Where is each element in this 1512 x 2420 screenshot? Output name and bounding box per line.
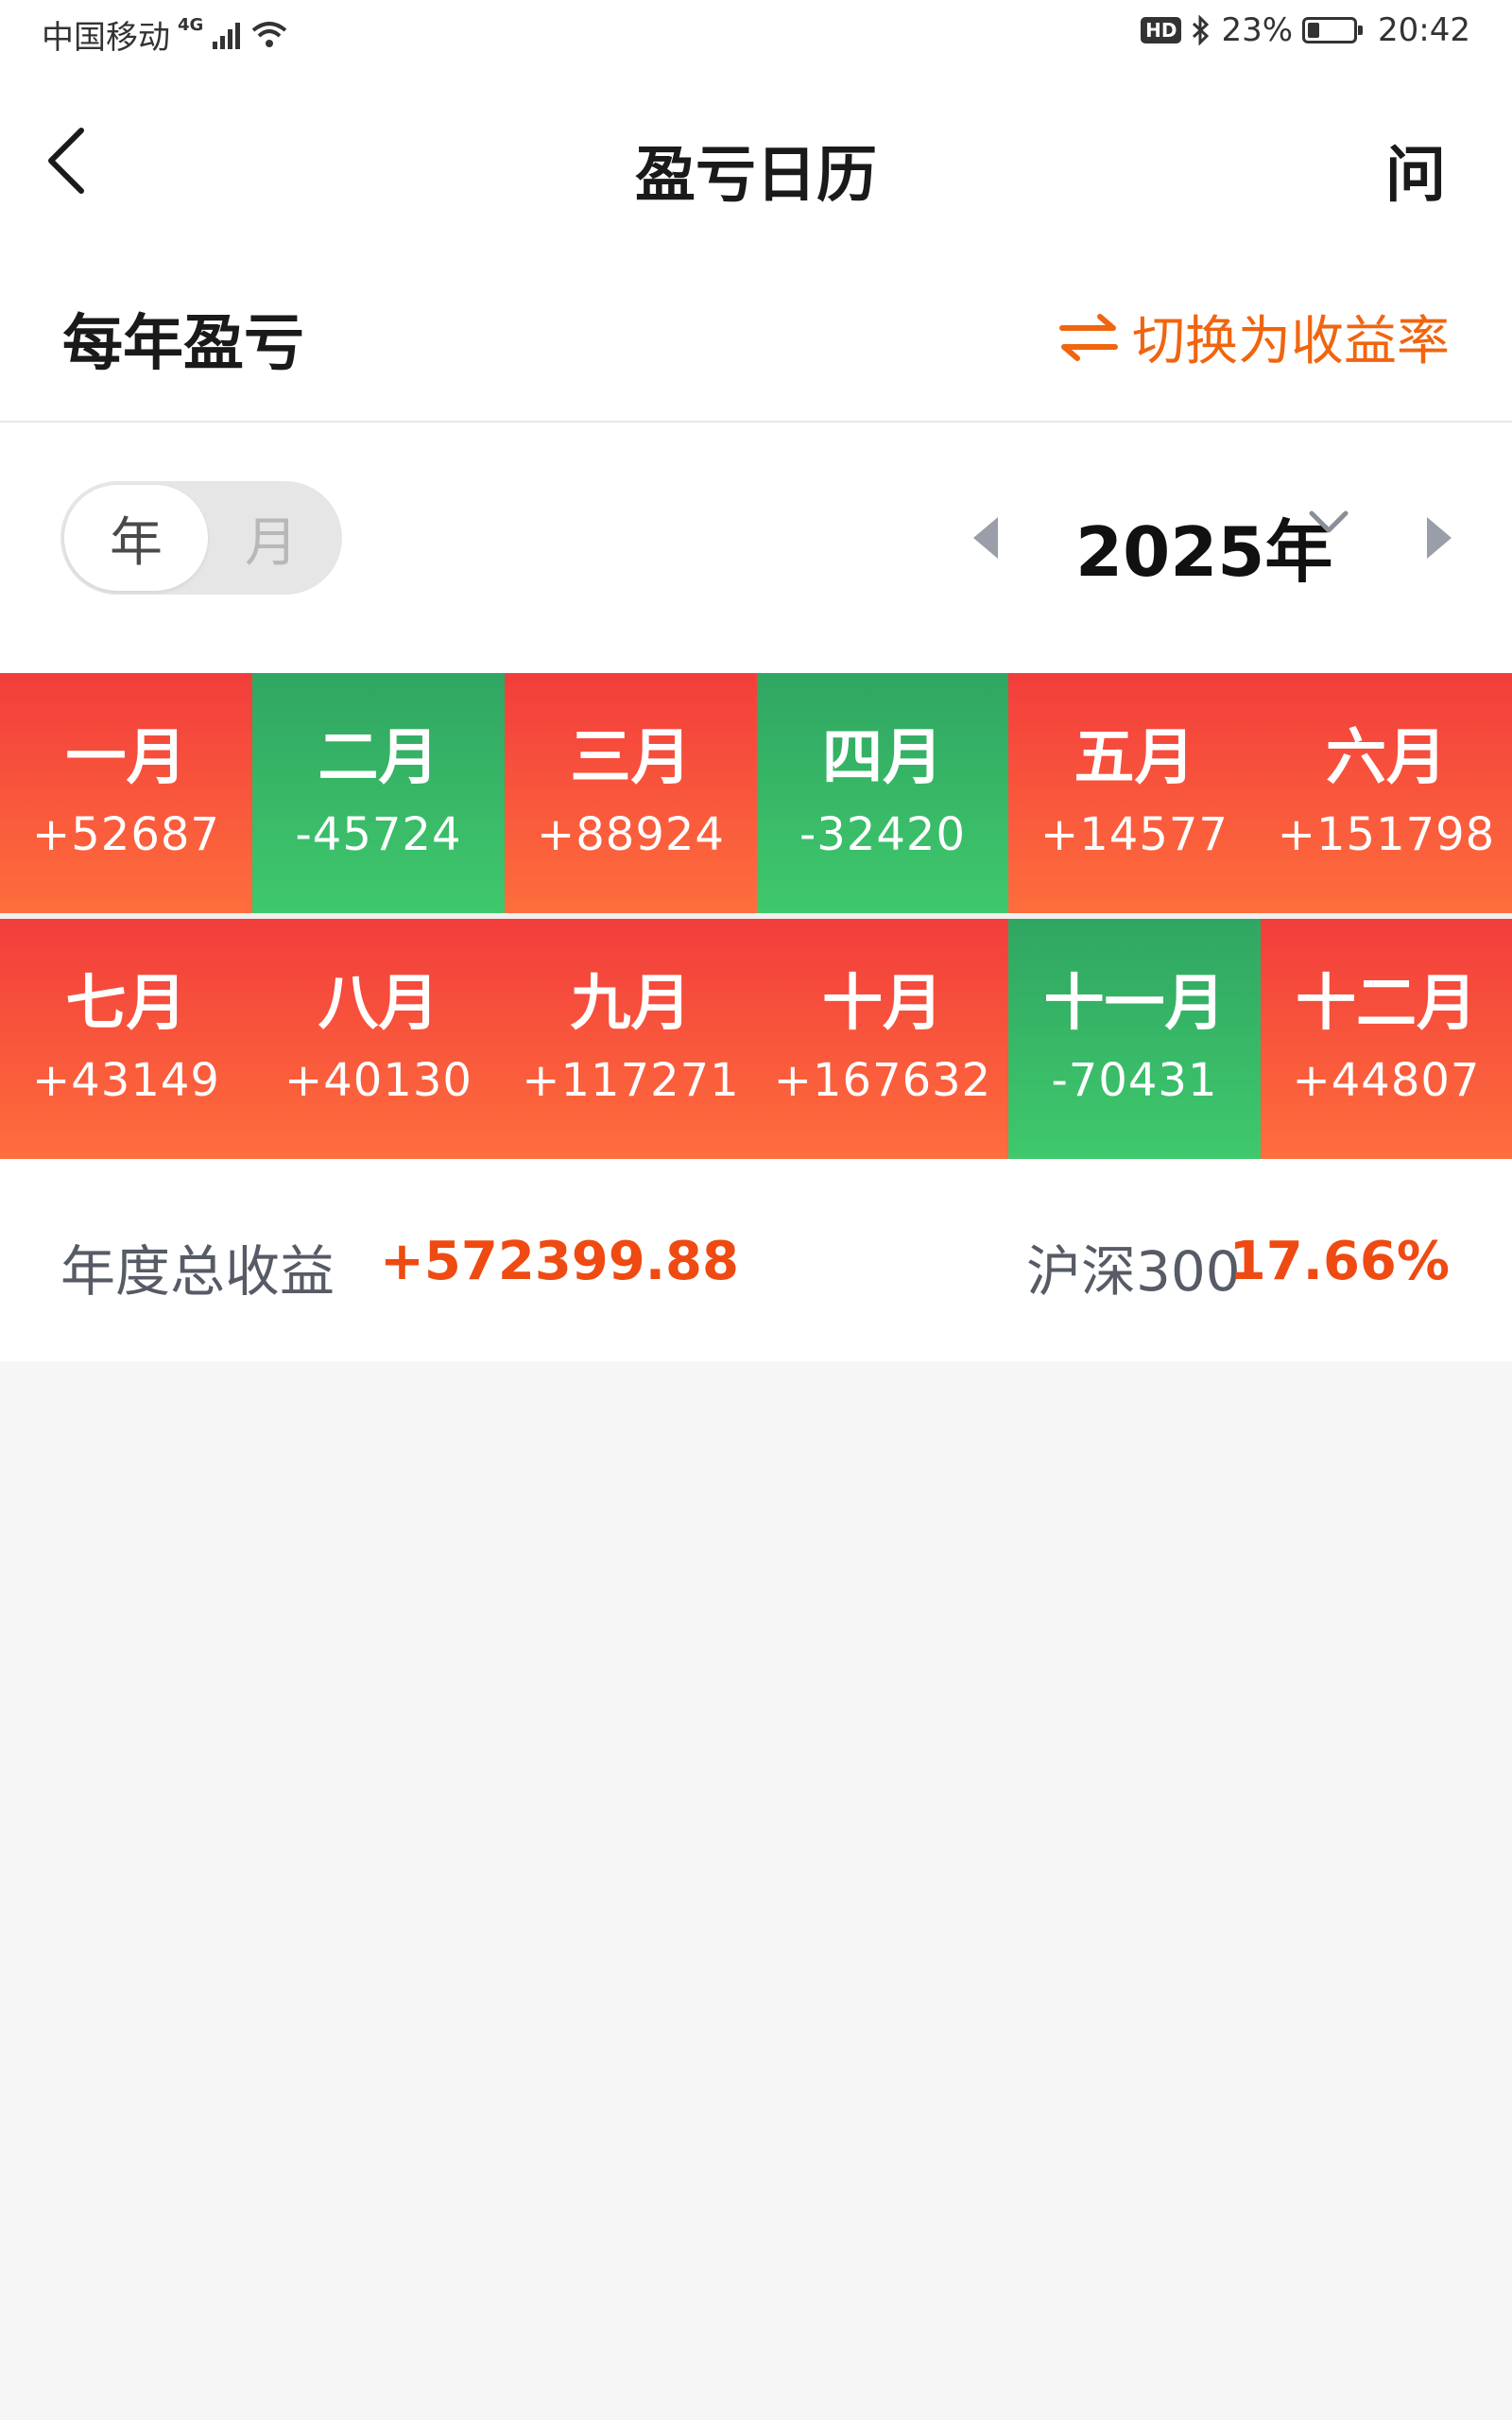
switch-to-rate-label: 切换为收益率 (1132, 311, 1450, 372)
next-year-arrow-icon[interactable] (1427, 517, 1452, 559)
month-name: 三月 (570, 722, 692, 793)
status-right: HD 23% 20:42 (1141, 11, 1470, 49)
page-title: 盈亏日历 (635, 141, 877, 211)
month-value: +44807 (1292, 1054, 1481, 1108)
wifi-icon (252, 21, 287, 47)
months-grid: 一月 +52687 二月 -45724 三月 +88924 四月 -32420 五月 +14577… (0, 673, 1512, 1159)
month-cell[interactable]: 五月 +14577 (1008, 673, 1261, 913)
carrier-label: 中国移动 (42, 19, 170, 57)
toggle-year-option[interactable]: 年 (64, 485, 208, 591)
month-name: 八月 (318, 968, 439, 1039)
month-name: 四月 (822, 722, 943, 793)
month-cell[interactable]: 九月 +117271 (505, 919, 757, 1159)
month-value: +117271 (522, 1054, 740, 1108)
month-name: 五月 (1074, 722, 1195, 793)
benchmark-value: 17.66% (1228, 1231, 1450, 1292)
month-value: +88924 (537, 808, 725, 862)
month-cell[interactable]: 四月 -32420 (757, 673, 1008, 913)
annual-total-value: +572399.88 (380, 1231, 739, 1292)
month-name: 六月 (1326, 722, 1447, 793)
month-cell[interactable]: 十一月 -70431 (1008, 919, 1261, 1159)
year-selector[interactable]: 2025年 (1075, 496, 1332, 596)
prev-year-arrow-icon[interactable] (973, 517, 998, 559)
battery-percent: 23% (1221, 11, 1294, 49)
month-name: 十二月 (1296, 968, 1477, 1039)
clock: 20:42 (1378, 11, 1470, 49)
status-bar: 中国移动 4G HD 23% 20:42 (0, 0, 1512, 68)
month-name: 九月 (570, 968, 692, 1039)
network-label: 4G (178, 15, 204, 35)
month-cell[interactable]: 六月 +151798 (1261, 673, 1512, 913)
toggle-month-option[interactable]: 月 (210, 485, 333, 591)
month-name: 十月 (822, 968, 943, 1039)
help-button[interactable]: 问 (1385, 127, 1446, 214)
section-header: 每年盈亏 切换为收益率 (0, 248, 1512, 423)
month-value: +167632 (773, 1054, 992, 1108)
chevron-down-icon[interactable] (1306, 506, 1351, 540)
section-title: 每年盈亏 (62, 309, 304, 379)
month-value: -32420 (799, 808, 966, 862)
switch-to-rate-button[interactable]: 切换为收益率 (1058, 299, 1450, 375)
annual-total-label: 年度总收益 (60, 1239, 335, 1304)
month-name: 七月 (65, 968, 187, 1039)
month-cell[interactable]: 三月 +88924 (505, 673, 757, 913)
hd-badge: HD (1141, 17, 1182, 43)
month-name: 一月 (65, 722, 187, 793)
month-value: +14577 (1040, 808, 1228, 862)
nav-bar: 盈亏日历 问 (0, 68, 1512, 248)
benchmark-label: 沪深300 (1026, 1239, 1241, 1304)
month-value: +43149 (32, 1054, 220, 1108)
battery-level (1308, 23, 1319, 38)
month-name: 二月 (318, 722, 439, 793)
swap-arrows-icon (1059, 313, 1118, 361)
period-toggle[interactable]: 年 月 (60, 481, 342, 595)
battery-icon (1302, 17, 1364, 43)
annual-summary: 年度总收益 +572399.88 沪深300 17.66% (0, 1159, 1512, 1361)
month-value: +40130 (284, 1054, 472, 1108)
month-cell[interactable]: 八月 +40130 (252, 919, 505, 1159)
month-cell[interactable]: 二月 -45724 (252, 673, 505, 913)
signal-icon (213, 22, 241, 49)
month-cell[interactable]: 七月 +43149 (0, 919, 252, 1159)
month-value: +151798 (1277, 808, 1496, 862)
month-name: 十一月 (1043, 968, 1226, 1039)
month-cell[interactable]: 十月 +167632 (757, 919, 1008, 1159)
period-controls: 年 月 2025年 (0, 423, 1512, 673)
status-left: 中国移动 4G (42, 11, 288, 58)
month-value: -70431 (1051, 1054, 1218, 1108)
month-value: +52687 (32, 808, 220, 862)
bluetooth-icon (1193, 15, 1210, 45)
month-value: -45724 (295, 808, 462, 862)
month-cell[interactable]: 一月 +52687 (0, 673, 252, 913)
month-cell[interactable]: 十二月 +44807 (1261, 919, 1512, 1159)
